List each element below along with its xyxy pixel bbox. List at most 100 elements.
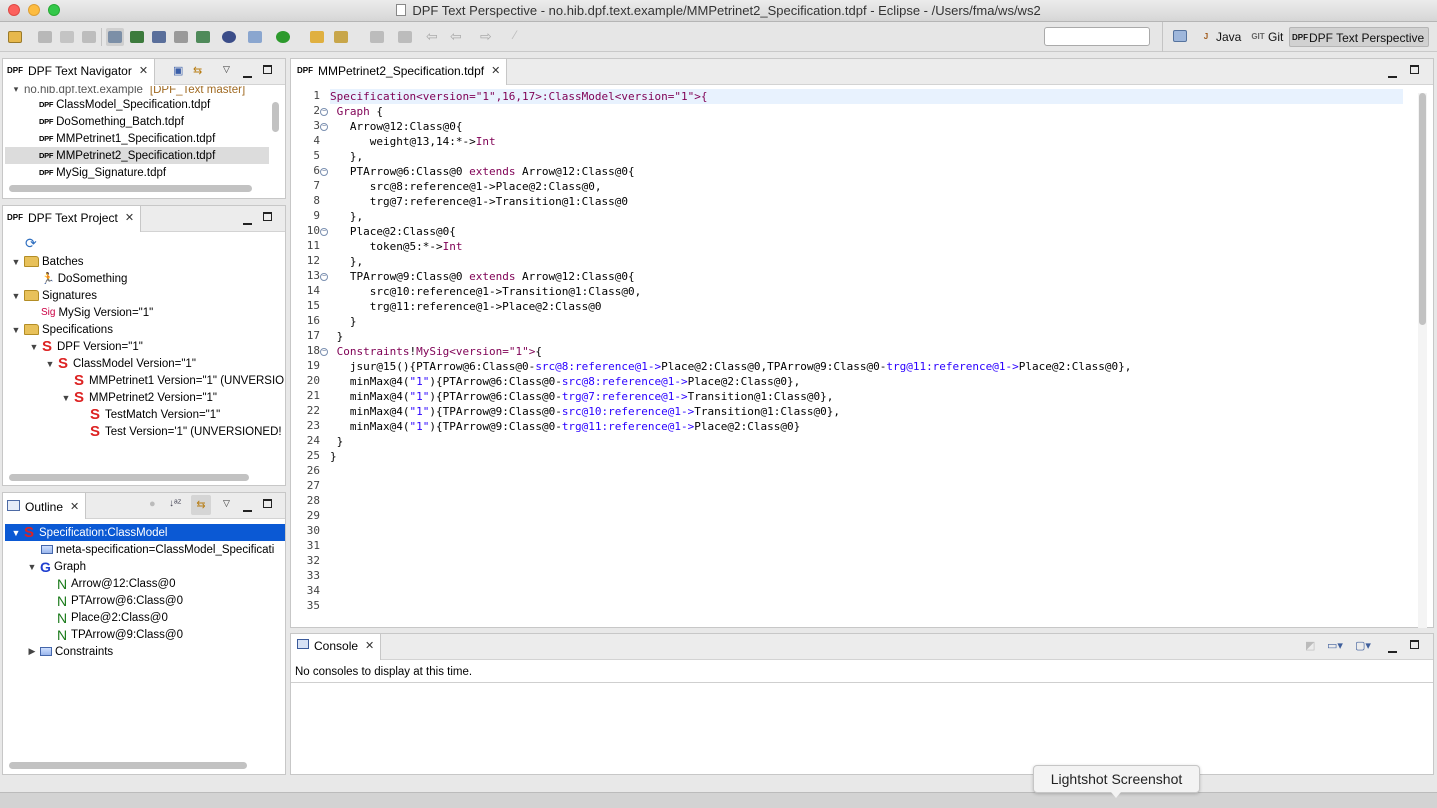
code-line[interactable]: src@8:reference@1->Place@2:Class@0, [330,179,1403,194]
maximize-view-button[interactable] [1410,640,1419,652]
file-item-selected[interactable]: DPF MMPetrinet2_Specification.tdpf [5,147,269,164]
horizontal-scrollbar[interactable] [9,185,252,192]
code-line[interactable]: src@10:reference@1->Transition@1:Class@0… [330,284,1403,299]
fold-toggle-icon[interactable]: − [320,108,328,116]
code-line[interactable]: }, [330,254,1403,269]
specifications-node[interactable]: ▼ Specifications [11,321,113,338]
document-icon[interactable] [172,28,190,46]
pin-console-icon[interactable]: ◩ [1305,639,1315,652]
tab-outline[interactable]: Outline ✕ [3,493,87,519]
window-icon[interactable] [246,28,264,46]
print-icon[interactable] [80,28,98,46]
spec-item[interactable]: S Test Version='1" (UNVERSIONED! [90,423,282,440]
code-line[interactable]: minMax@4("1"){PTArrow@6:Class@0-src@8:re… [330,374,1403,389]
link-with-editor-icon[interactable]: ⇆ [191,495,211,515]
annotation-prev-icon[interactable] [396,28,414,46]
expanded-icon[interactable]: ▼ [29,342,39,352]
code-line[interactable]: }, [330,209,1403,224]
hide-fields-icon[interactable]: ● [149,498,156,510]
toggle-link-icon[interactable] [106,28,124,46]
export-icon[interactable] [194,28,212,46]
file-item[interactable]: DPF MMPetrinet1_Specification.tdpf [39,130,269,147]
spec-item[interactable]: S MMPetrinet1 Version="1" (UNVERSIO [74,372,284,389]
fold-toggle-icon[interactable]: − [320,348,328,356]
close-icon[interactable]: ✕ [70,500,79,513]
pin-icon[interactable]: ⁄ [514,28,532,46]
tab-editor-file[interactable]: DPF MMPetrinet2_Specification.tdpf ✕ [291,59,508,85]
view-menu-icon[interactable]: ▽ [223,498,230,509]
code-line[interactable]: }, [330,149,1403,164]
signatures-node[interactable]: ▼ Signatures [11,287,97,304]
tools-icon[interactable] [332,28,350,46]
view-menu-icon[interactable]: ▽ [223,64,230,75]
expanded-icon[interactable]: ▼ [61,393,71,403]
code-line[interactable]: Place@2:Class@0{ [330,224,1403,239]
scrollbar-thumb[interactable] [1419,93,1426,325]
batch-item[interactable]: 🏃 DoSomething [41,270,127,287]
back-icon[interactable]: ⇦ [426,28,444,46]
refresh-icon[interactable]: ⟳ [25,235,37,252]
expand-icon[interactable]: ▾ [11,86,21,95]
code-line[interactable]: minMax@4("1"){PTArrow@6:Class@0-trg@7:re… [330,389,1403,404]
batches-node[interactable]: ▼ Batches [11,253,84,270]
sort-icon[interactable]: ↓ᵃᶻ [169,498,181,509]
maximize-view-button[interactable] [263,212,272,224]
fold-toggle-icon[interactable]: − [320,228,328,236]
code-line[interactable]: PTArrow@6:Class@0 extends Arrow@12:Class… [330,164,1403,179]
new-wizard-icon[interactable] [6,28,24,46]
history-back-icon[interactable]: ⇦ [450,28,468,46]
annotation-next-icon[interactable] [368,28,386,46]
code-line[interactable]: } [330,449,1403,464]
outline-node-item[interactable]: N TPArrow@9:Class@0 [57,626,183,643]
horizontal-scrollbar[interactable] [9,762,247,769]
code-line[interactable]: Graph { [330,104,1403,119]
file-item[interactable]: DPF DoSomething_Batch.tdpf [39,113,269,130]
code-line[interactable]: token@5:*->Int [330,239,1403,254]
fold-toggle-icon[interactable]: − [320,273,328,281]
close-icon[interactable]: ✕ [491,64,500,77]
minimize-view-button[interactable] [243,69,252,81]
expanded-icon[interactable]: ▼ [45,359,55,369]
signature-item[interactable]: Sig MySig Version="1" [41,304,153,321]
open-folder-icon[interactable] [308,28,326,46]
tab-navigator[interactable]: DPF DPF Text Navigator ✕ [3,59,156,85]
spec-item[interactable]: ▼ S ClassModel Version="1" [45,355,196,372]
outline-node-item[interactable]: N PTArrow@6:Class@0 [57,592,183,609]
fold-toggle-icon[interactable]: − [320,168,328,176]
display-console-icon[interactable]: ▭▾ [1327,639,1343,652]
save-icon[interactable] [36,28,54,46]
expanded-icon[interactable]: ▼ [11,325,21,335]
maximize-editor-button[interactable] [1410,65,1419,77]
file-item[interactable]: DPF ClassModel_Specification.tdpf [39,96,269,113]
quick-access-input[interactable] [1044,27,1150,46]
open-console-icon[interactable]: ▢▾ [1355,639,1371,652]
forward-icon[interactable]: ⇨ [480,28,498,46]
code-line[interactable]: minMax@4("1"){TPArrow@9:Class@0-src@10:r… [330,404,1403,419]
open-perspective-icon[interactable] [1171,27,1189,45]
link-with-editor-icon[interactable]: ⇆ [193,64,202,77]
expanded-icon[interactable]: ▼ [11,528,21,538]
outline-node-item[interactable]: N Place@2:Class@0 [57,609,168,626]
outline-constraints-node[interactable]: ▶ Constraints [27,643,114,660]
spec-item[interactable]: S TestMatch Version="1" [90,406,220,423]
expanded-icon[interactable]: ▼ [11,291,21,301]
code-line[interactable]: } [330,314,1403,329]
minimize-view-button[interactable] [1388,644,1397,656]
tab-dpf-text-project[interactable]: DPF DPF Text Project ✕ [3,206,142,232]
spec-item[interactable]: ▼ S MMPetrinet2 Version="1" [61,389,218,406]
expanded-icon[interactable]: ▼ [27,562,37,572]
minimize-view-button[interactable] [243,503,252,515]
minimize-editor-button[interactable] [1388,69,1397,81]
outline-graph-node[interactable]: ▼ G Graph [27,558,86,575]
outline-root-node[interactable]: ▼ S Specification:ClassModel [5,524,285,541]
run-icon[interactable] [274,28,292,46]
task-list-icon[interactable] [128,28,146,46]
close-icon[interactable]: ✕ [139,64,148,77]
code-line[interactable]: trg@7:reference@1->Transition@1:Class@0 [330,194,1403,209]
code-line[interactable]: Constraints!MySig<version="1">{ [330,344,1403,359]
maximize-view-button[interactable] [263,65,272,77]
fold-toggle-icon[interactable]: − [320,123,328,131]
info-icon[interactable] [150,28,168,46]
globe-icon[interactable] [220,28,238,46]
outline-node-item[interactable]: N Arrow@12:Class@0 [57,575,176,592]
